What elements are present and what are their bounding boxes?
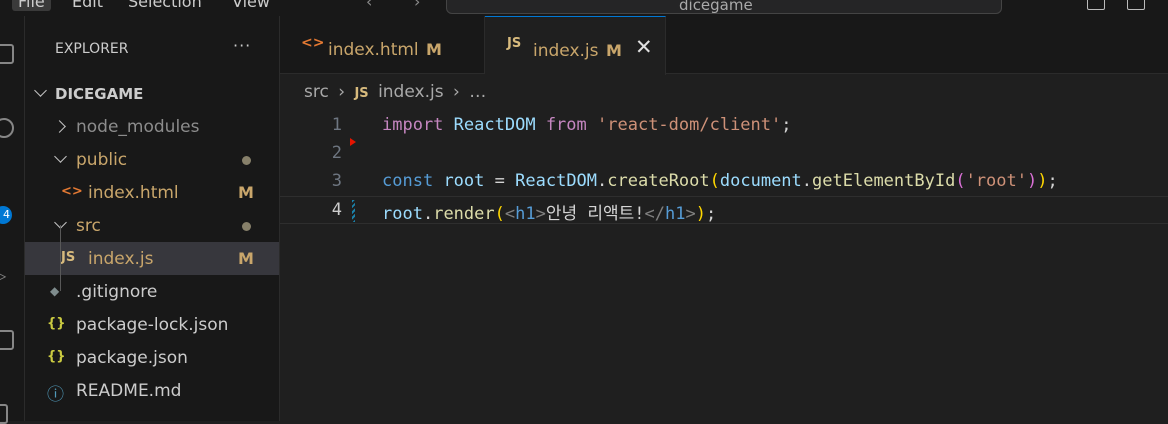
- tree-item-label: package-lock.json: [76, 315, 229, 335]
- tree-item-node-modules[interactable]: node_modules: [25, 110, 279, 143]
- command-center-search[interactable]: dicegame: [446, 0, 1002, 14]
- close-icon[interactable]: ✕: [635, 35, 653, 59]
- html-file-icon: <>: [61, 184, 83, 199]
- tree-item-src[interactable]: src: [25, 209, 279, 242]
- toggle-sidebar-icon[interactable]: [1087, 0, 1105, 10]
- explorer-icon[interactable]: [0, 44, 14, 64]
- project-root-folder[interactable]: DICEGAME: [25, 77, 279, 110]
- tree-item-index-js[interactable]: JS index.js M: [25, 242, 279, 275]
- tree-item-label: public: [76, 150, 128, 170]
- menu-edit[interactable]: Edit: [72, 0, 103, 11]
- modified-dot-icon: [242, 222, 251, 231]
- tree-item-label: .gitignore: [76, 282, 158, 302]
- chevron-right-icon: ›: [338, 82, 346, 102]
- tree-item-public[interactable]: public: [25, 143, 279, 176]
- code-text: const root = ReactDOM.createRoot(documen…: [382, 171, 1058, 191]
- chevron-right-icon: [53, 120, 66, 133]
- run-debug-icon[interactable]: ▷: [0, 266, 10, 285]
- tree-item-readme[interactable]: ⓘ README.md: [25, 374, 279, 407]
- modified-status: M: [238, 183, 254, 202]
- breadcrumb-symbols[interactable]: …: [469, 82, 486, 102]
- tree-item-index-html[interactable]: <> index.html M: [25, 176, 279, 209]
- chevron-right-icon: ›: [452, 82, 460, 102]
- menu-view[interactable]: View: [232, 0, 270, 11]
- tree-item-label: index.html: [88, 183, 179, 203]
- tab-modified-status: M: [606, 41, 622, 60]
- code-text: import ReactDOM from 'react-dom/client';: [382, 115, 792, 135]
- activity-bar: 4 ▷: [0, 16, 25, 424]
- explorer-sidebar: EXPLORER ··· DICEGAME node_modules publi…: [25, 16, 280, 421]
- accounts-icon[interactable]: [0, 404, 8, 424]
- chevron-down-icon: [34, 84, 47, 97]
- project-name: DICEGAME: [55, 85, 144, 103]
- more-actions-icon[interactable]: ···: [233, 36, 251, 55]
- title-bar: File Edit Selection View ‹ › dicegame: [0, 0, 1168, 16]
- js-file-icon: JS: [507, 36, 522, 51]
- tab-modified-status: M: [426, 40, 442, 59]
- js-file-icon: JS: [61, 250, 76, 265]
- tree-item-package-json[interactable]: {} package.json: [25, 341, 279, 374]
- tree-item-gitignore[interactable]: ◆ .gitignore: [25, 275, 279, 308]
- explorer-title: EXPLORER: [55, 41, 129, 57]
- json-file-icon: {}: [47, 349, 66, 364]
- js-file-icon: JS: [354, 86, 369, 101]
- line-number: 1: [331, 115, 342, 135]
- tab-index-html[interactable]: <> index.html M: [280, 16, 485, 73]
- tree-item-label: package.json: [76, 348, 188, 368]
- editor-area: <> index.html M JS index.js M ✕ src › JS…: [280, 16, 1168, 421]
- breadcrumb-folder[interactable]: src: [304, 82, 329, 102]
- source-control-badge: 4: [0, 206, 12, 224]
- chevron-down-icon: [54, 150, 67, 163]
- command-center-label: dicegame: [679, 0, 753, 14]
- tab-index-js[interactable]: JS index.js M ✕: [485, 16, 666, 75]
- menu-selection[interactable]: Selection: [128, 0, 202, 11]
- tree-item-label: index.js: [88, 249, 154, 269]
- modified-dot-icon: [242, 156, 251, 165]
- line-number: 4: [331, 200, 342, 220]
- info-file-icon: ⓘ: [47, 385, 64, 405]
- html-file-icon: <>: [301, 35, 325, 51]
- breadcrumb: src › JS index.js › …: [304, 82, 490, 102]
- tab-label: index.js: [533, 41, 599, 61]
- git-file-icon: ◆: [50, 284, 60, 298]
- code-line: 3 const root = ReactDOM.createRoot(docum…: [280, 168, 1168, 196]
- back-arrow-icon[interactable]: ‹: [366, 0, 372, 11]
- code-text: root.render(<h1>안녕 리액트!</h1>);: [382, 204, 717, 224]
- modified-status: M: [238, 249, 254, 268]
- search-icon[interactable]: [0, 118, 14, 138]
- tab-bar: <> index.html M JS index.js M ✕: [280, 16, 1168, 75]
- line-number: 3: [331, 171, 342, 191]
- toggle-panel-icon[interactable]: [1127, 0, 1145, 10]
- extensions-icon[interactable]: [0, 330, 14, 350]
- tree-item-label: node_modules: [76, 117, 200, 137]
- tree-item-label: README.md: [76, 381, 182, 401]
- tree-item-label: src: [76, 216, 101, 236]
- code-line: 1 import ReactDOM from 'react-dom/client…: [280, 112, 1168, 140]
- json-file-icon: {}: [47, 316, 66, 331]
- breadcrumb-file[interactable]: index.js: [378, 82, 444, 102]
- tab-label: index.html: [328, 40, 419, 60]
- tree-item-package-lock-json[interactable]: {} package-lock.json: [25, 308, 279, 341]
- forward-arrow-icon[interactable]: ›: [414, 0, 420, 11]
- code-line: 2: [280, 140, 1168, 168]
- code-line-current: 4 root.render(<h1>안녕 리액트!</h1>);: [280, 196, 1168, 224]
- line-number: 2: [331, 143, 342, 163]
- menu-file[interactable]: File: [12, 0, 51, 11]
